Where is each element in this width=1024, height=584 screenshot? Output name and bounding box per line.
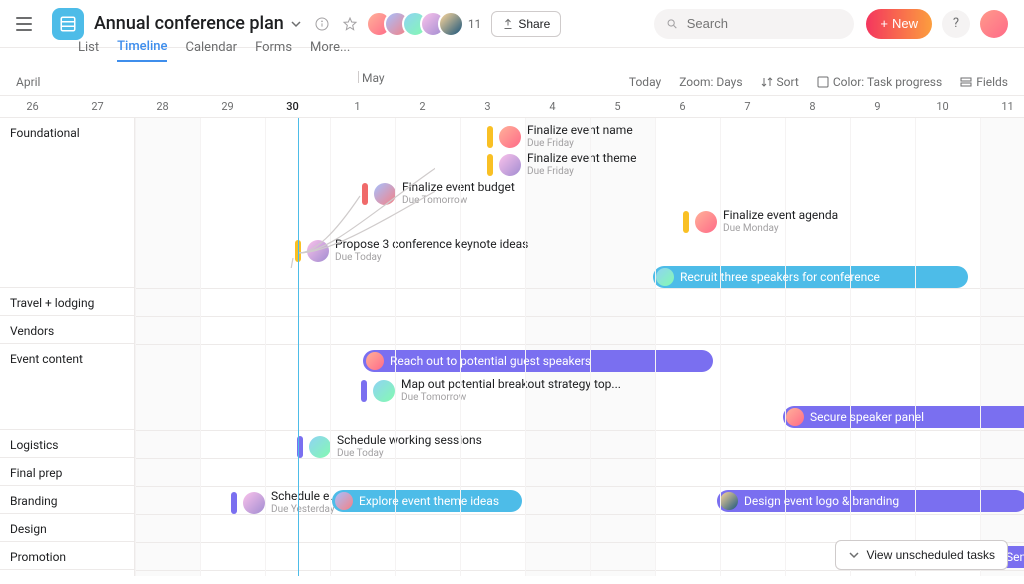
new-button[interactable]: +New xyxy=(866,9,932,39)
today-button[interactable]: Today xyxy=(629,75,661,89)
date-cell[interactable]: 1 xyxy=(325,100,390,113)
section-branding[interactable]: Branding xyxy=(0,486,134,514)
section-final-prep[interactable]: Final prep xyxy=(0,458,134,486)
task-finalize-budget[interactable]: Finalize event budgetDue Tomorrow xyxy=(362,181,515,206)
help-button[interactable]: ? xyxy=(942,10,970,38)
unscheduled-button[interactable]: View unscheduled tasks xyxy=(835,540,1008,570)
avatar xyxy=(374,183,396,205)
date-cell[interactable]: 4 xyxy=(520,100,585,113)
date-cell[interactable]: 29 xyxy=(195,100,260,113)
avatar xyxy=(695,211,717,233)
project-icon[interactable] xyxy=(52,8,84,40)
task-reach-out[interactable]: Reach out to potential guest speakers xyxy=(363,350,713,372)
date-cell[interactable]: 2 xyxy=(390,100,455,113)
date-header: 26272829301234567891011 xyxy=(0,96,1024,118)
share-label: Share xyxy=(518,17,550,31)
today-marker xyxy=(298,118,299,576)
date-cell[interactable]: 7 xyxy=(715,100,780,113)
date-cell[interactable]: 26 xyxy=(0,100,65,113)
tab-forms[interactable]: Forms xyxy=(255,40,292,61)
section-event-content[interactable]: Event content xyxy=(0,344,134,430)
avatar xyxy=(656,268,674,286)
section-vendors[interactable]: Vendors xyxy=(0,316,134,344)
task-explore-theme[interactable]: Explore event theme ideas xyxy=(332,490,522,512)
month-label-left: April xyxy=(16,75,40,89)
date-cell[interactable]: 10 xyxy=(910,100,975,113)
task-schedule-sessions[interactable]: Schedule working sessionsDue Today xyxy=(297,434,482,459)
avatar xyxy=(438,11,464,37)
date-cell[interactable]: 9 xyxy=(845,100,910,113)
task-schedule-event[interactable]: Schedule event ...Due Yesterday xyxy=(231,490,341,515)
user-avatar[interactable] xyxy=(980,10,1008,38)
avatar xyxy=(786,408,804,426)
task-recruit-speakers[interactable]: Recruit three speakers for conference xyxy=(653,266,968,288)
avatar xyxy=(720,492,738,510)
tabs: List Timeline Calendar Forms More... xyxy=(0,36,1024,64)
share-button[interactable]: Share xyxy=(491,11,561,37)
star-icon[interactable] xyxy=(340,14,360,34)
date-cell[interactable]: 30 xyxy=(260,100,325,113)
section-design[interactable]: Design xyxy=(0,514,134,542)
avatar xyxy=(373,380,395,402)
timeline-canvas[interactable]: Finalize event nameDue Friday Finalize e… xyxy=(135,118,1024,576)
tab-timeline[interactable]: Timeline xyxy=(117,39,167,62)
weekend-shade xyxy=(135,118,200,576)
avatar xyxy=(307,240,329,262)
section-logistics[interactable]: Logistics xyxy=(0,430,134,458)
sort-button[interactable]: Sort xyxy=(761,75,799,89)
task-finalize-agenda[interactable]: Finalize event agendaDue Monday xyxy=(683,209,838,234)
member-count: 11 xyxy=(468,17,482,31)
fields-button[interactable]: Fields xyxy=(960,75,1008,89)
avatar xyxy=(309,436,331,458)
date-cell[interactable]: 11 xyxy=(975,100,1024,113)
month-divider xyxy=(358,71,359,83)
tab-calendar[interactable]: Calendar xyxy=(185,40,237,61)
avatar xyxy=(366,352,384,370)
timeline-toolbar: April Today Zoom: Days Sort Color: Task … xyxy=(0,68,1024,96)
timeline-grid: Foundational Travel + lodging Vendors Ev… xyxy=(0,118,1024,576)
date-cell[interactable]: 5 xyxy=(585,100,650,113)
section-labels: Foundational Travel + lodging Vendors Ev… xyxy=(0,118,135,576)
info-icon[interactable] xyxy=(312,14,332,34)
date-cell[interactable]: 27 xyxy=(65,100,130,113)
date-cell[interactable]: 3 xyxy=(455,100,520,113)
tab-more[interactable]: More... xyxy=(310,40,350,61)
search-icon xyxy=(666,17,678,31)
section-promotion[interactable]: Promotion xyxy=(0,542,134,570)
color-button[interactable]: Color: Task progress xyxy=(817,75,942,89)
task-design-logo[interactable]: Design event logo & branding xyxy=(717,490,1024,512)
date-cell[interactable]: 28 xyxy=(130,100,195,113)
search-input[interactable] xyxy=(687,16,843,31)
tab-list[interactable]: List xyxy=(78,40,99,61)
avatar xyxy=(499,126,521,148)
date-cell[interactable]: 8 xyxy=(780,100,845,113)
chevron-down-icon[interactable] xyxy=(290,18,302,30)
member-avatars[interactable] xyxy=(374,11,464,37)
month-label-right: May xyxy=(362,71,385,85)
search-box[interactable] xyxy=(654,9,854,39)
section-foundational[interactable]: Foundational xyxy=(0,118,134,288)
task-finalize-name[interactable]: Finalize event nameDue Friday xyxy=(487,124,633,149)
avatar xyxy=(499,154,521,176)
section-travel[interactable]: Travel + lodging xyxy=(0,288,134,316)
task-map-out[interactable]: Map out potential breakout strategy top.… xyxy=(361,378,621,403)
zoom-button[interactable]: Zoom: Days xyxy=(679,75,742,89)
avatar xyxy=(243,492,265,514)
task-secure-panel[interactable]: Secure speaker panel xyxy=(783,406,1024,428)
menu-icon[interactable] xyxy=(16,12,40,36)
date-cell[interactable]: 6 xyxy=(650,100,715,113)
avatar xyxy=(335,492,353,510)
project-title[interactable]: Annual conference plan xyxy=(94,13,284,34)
task-finalize-theme[interactable]: Finalize event themeDue Friday xyxy=(487,152,636,177)
